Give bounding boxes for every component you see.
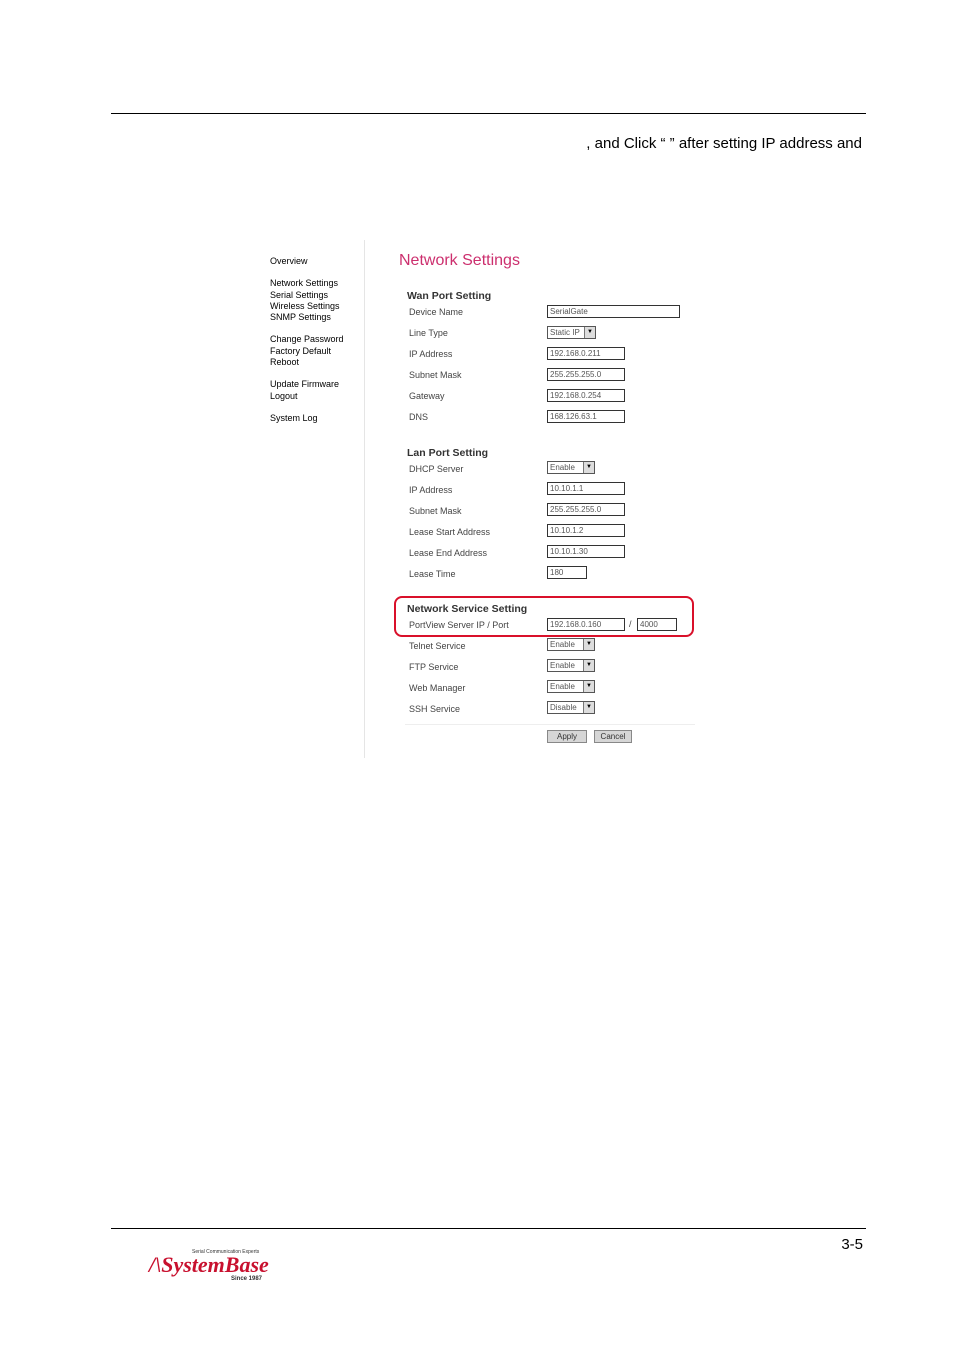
top-rule bbox=[111, 113, 866, 114]
ssh-value: Disable bbox=[550, 703, 577, 712]
line-type-value: Static IP bbox=[550, 328, 580, 337]
sidebar-group: Change Password Factory Default Reboot bbox=[270, 334, 344, 368]
page-number: 3-5 bbox=[841, 1236, 863, 1253]
svg-text:Since 1987: Since 1987 bbox=[231, 1276, 263, 1281]
wan-ip-input[interactable]: 192.168.0.211 bbox=[547, 347, 625, 360]
sidebar-item-snmp-settings[interactable]: SNMP Settings bbox=[270, 312, 344, 323]
wan-heading: Wan Port Setting bbox=[407, 290, 492, 302]
device-name-input[interactable]: SerialGate bbox=[547, 305, 680, 318]
sidebar-item-serial-settings[interactable]: Serial Settings bbox=[270, 290, 344, 301]
web-manager-select[interactable]: Enable ▼ bbox=[547, 680, 595, 693]
lease-time-label: Lease Time bbox=[409, 569, 456, 579]
web-manager-value: Enable bbox=[550, 682, 575, 691]
telnet-label: Telnet Service bbox=[409, 641, 466, 651]
gateway-label: Gateway bbox=[409, 391, 445, 401]
intro-text: , and Click “ ” after setting IP address… bbox=[586, 135, 862, 152]
gateway-input[interactable]: 192.168.0.254 bbox=[547, 389, 625, 402]
lease-end-label: Lease End Address bbox=[409, 548, 488, 558]
lease-start-label: Lease Start Address bbox=[409, 527, 491, 537]
sidebar-group: Overview bbox=[270, 256, 344, 267]
line-type-label: Line Type bbox=[409, 328, 448, 338]
button-separator bbox=[405, 724, 695, 725]
sidebar-group: System Log bbox=[270, 413, 344, 424]
highlight-box bbox=[394, 596, 694, 637]
sidebar-item-change-password[interactable]: Change Password bbox=[270, 334, 344, 345]
chevron-down-icon: ▼ bbox=[584, 327, 595, 338]
sidebar-group: Network Settings Serial Settings Wireless … bbox=[270, 278, 344, 323]
lan-ip-input[interactable]: 10.10.1.1 bbox=[547, 482, 625, 495]
chevron-down-icon: ▼ bbox=[583, 681, 594, 692]
lease-time-input[interactable]: 180 bbox=[547, 566, 587, 579]
sidebar-item-system-log[interactable]: System Log bbox=[270, 413, 344, 424]
page-title: Network Settings bbox=[399, 252, 520, 269]
line-type-select[interactable]: Static IP ▼ bbox=[547, 326, 596, 339]
ftp-value: Enable bbox=[550, 661, 575, 670]
sidebar-item-network-settings[interactable]: Network Settings bbox=[270, 278, 344, 289]
ftp-label: FTP Service bbox=[409, 662, 459, 672]
bottom-rule bbox=[111, 1228, 866, 1229]
chevron-down-icon: ▼ bbox=[583, 462, 594, 473]
sidebar-item-overview[interactable]: Overview bbox=[270, 256, 344, 267]
web-manager-label: Web Manager bbox=[409, 683, 466, 693]
sidebar-item-logout[interactable]: Logout bbox=[270, 391, 344, 402]
dhcp-value: Enable bbox=[550, 463, 575, 472]
sidebar-item-factory-default[interactable]: Factory Default bbox=[270, 346, 344, 357]
telnet-select[interactable]: Enable ▼ bbox=[547, 638, 595, 651]
lan-ip-label: IP Address bbox=[409, 485, 453, 495]
sidebar-item-update-firmware[interactable]: Update Firmware bbox=[270, 379, 344, 390]
apply-button[interactable]: Apply bbox=[547, 730, 587, 743]
ssh-select[interactable]: Disable ▼ bbox=[547, 701, 595, 714]
chevron-down-icon: ▼ bbox=[583, 660, 594, 671]
vertical-divider bbox=[364, 240, 365, 758]
cancel-button[interactable]: Cancel bbox=[594, 730, 632, 743]
chevron-down-icon: ▼ bbox=[583, 702, 594, 713]
lan-subnet-label: Subnet Mask bbox=[409, 506, 462, 516]
systembase-logo: Serial Communication Experts /\SystemBas… bbox=[147, 1249, 269, 1281]
device-name-label: Device Name bbox=[409, 307, 464, 317]
wan-subnet-input[interactable]: 255.255.255.0 bbox=[547, 368, 625, 381]
lan-heading: Lan Port Setting bbox=[407, 447, 489, 459]
lan-subnet-input[interactable]: 255.255.255.0 bbox=[547, 503, 625, 516]
lease-end-input[interactable]: 10.10.1.30 bbox=[547, 545, 625, 558]
sidebar-nav: Overview Network Settings Serial Settings W… bbox=[270, 256, 344, 435]
dhcp-select[interactable]: Enable ▼ bbox=[547, 461, 595, 474]
wan-ip-label: IP Address bbox=[409, 349, 453, 359]
sidebar-item-reboot[interactable]: Reboot bbox=[270, 357, 344, 368]
dhcp-label: DHCP Server bbox=[409, 464, 464, 474]
ftp-select[interactable]: Enable ▼ bbox=[547, 659, 595, 672]
telnet-value: Enable bbox=[550, 640, 575, 649]
dns-input[interactable]: 168.126.63.1 bbox=[547, 410, 625, 423]
sidebar-item-wireless-settings[interactable]: Wireless Settings bbox=[270, 301, 344, 312]
lease-start-input[interactable]: 10.10.1.2 bbox=[547, 524, 625, 537]
chevron-down-icon: ▼ bbox=[583, 639, 594, 650]
ssh-label: SSH Service bbox=[409, 704, 461, 714]
dns-label: DNS bbox=[409, 412, 429, 422]
sidebar-group: Update Firmware Logout bbox=[270, 379, 344, 402]
svg-text:/\SystemBase: /\SystemBase bbox=[147, 1252, 269, 1277]
wan-subnet-label: Subnet Mask bbox=[409, 370, 462, 380]
